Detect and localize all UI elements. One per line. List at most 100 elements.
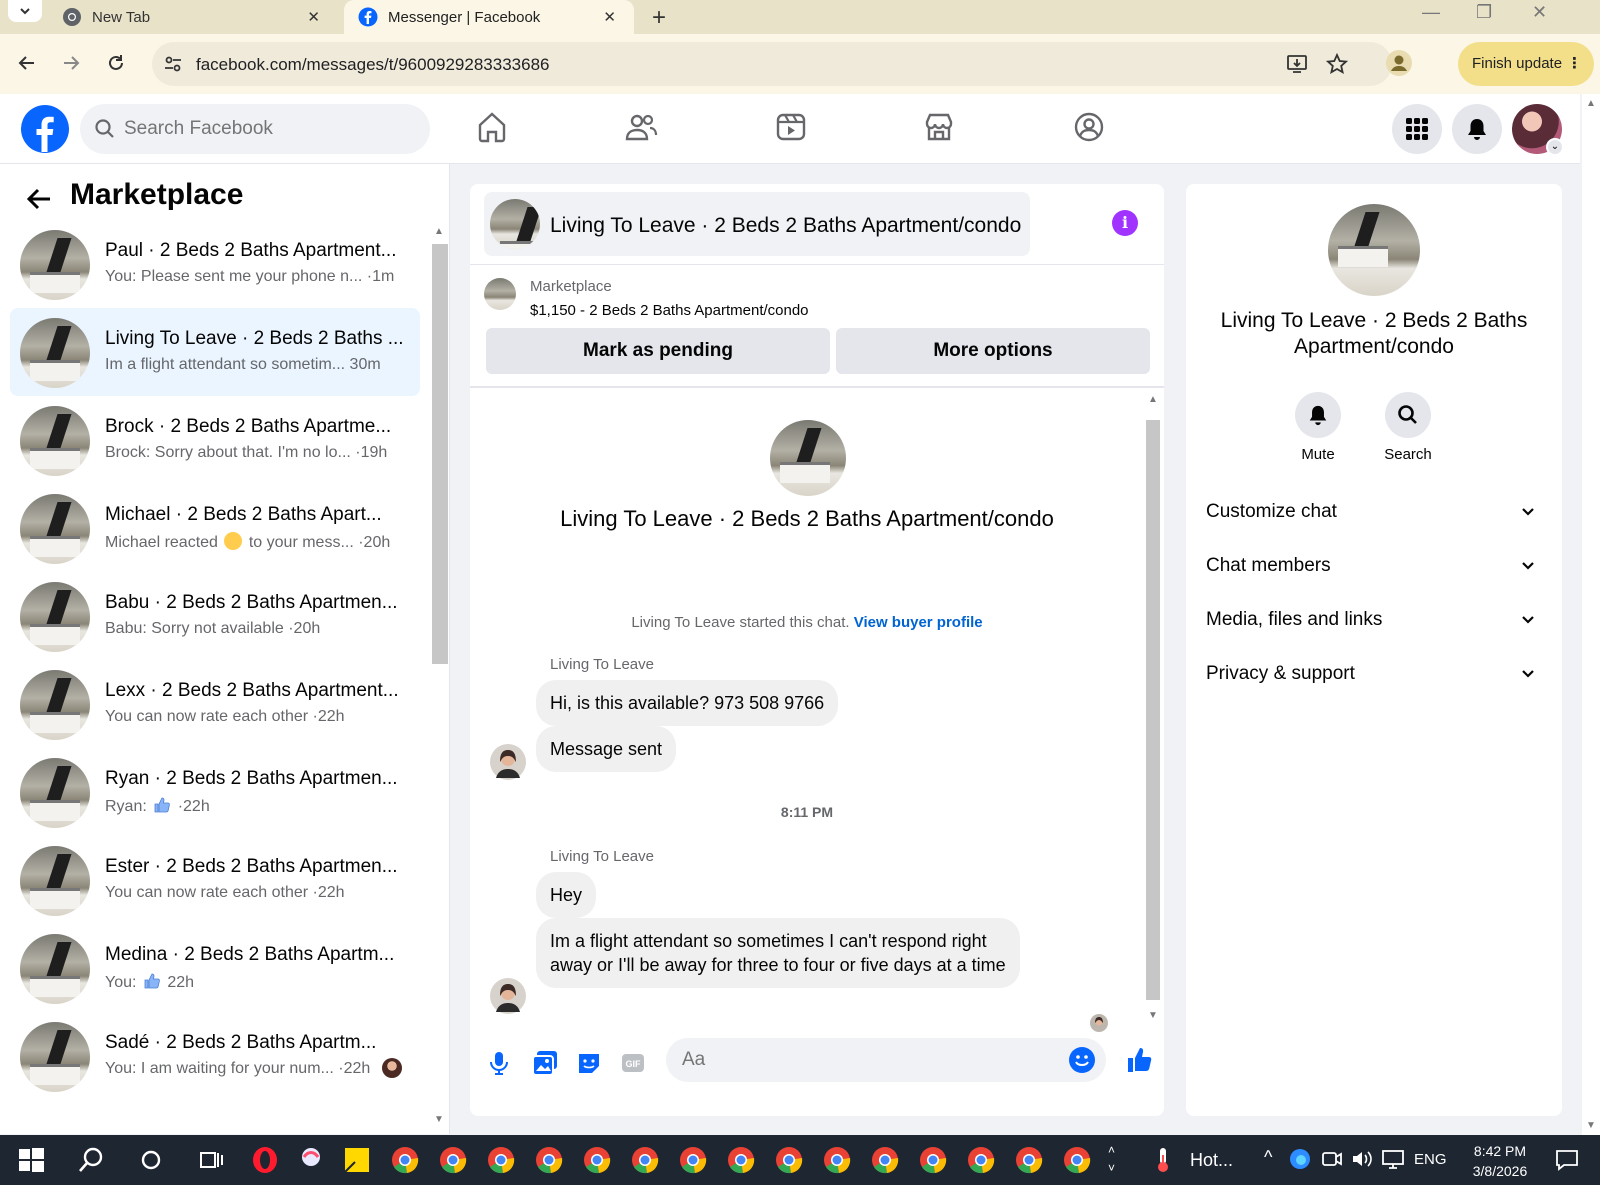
tab-search-button[interactable] bbox=[8, 0, 42, 22]
opera-icon[interactable] bbox=[250, 1145, 280, 1175]
conversation-item[interactable]: Brock · 2 Beds 2 Baths Apartme... Brock:… bbox=[10, 396, 420, 484]
microphone-icon[interactable] bbox=[488, 1050, 510, 1076]
notifications-button[interactable] bbox=[1452, 104, 1502, 154]
tray-chevron-up-icon[interactable]: ^ bbox=[1264, 1147, 1272, 1168]
conversation-item[interactable]: Michael · 2 Beds 2 Baths Apart... Michae… bbox=[10, 484, 420, 572]
back-button[interactable] bbox=[14, 50, 40, 76]
message-text-field[interactable] bbox=[682, 1038, 1042, 1082]
scroll-up-icon[interactable]: ▲ bbox=[434, 226, 444, 237]
tab-new-tab[interactable]: New Tab ✕ bbox=[52, 0, 338, 34]
search-conversation-button[interactable]: Search bbox=[1368, 392, 1448, 463]
chrome-icon[interactable] bbox=[822, 1145, 852, 1175]
mute-button[interactable]: Mute bbox=[1278, 392, 1358, 463]
info-icon[interactable]: i bbox=[1112, 210, 1138, 236]
scroll-down-icon[interactable]: ▼ bbox=[434, 1114, 444, 1125]
taskbar-clock[interactable]: 8:42 PM 3/8/2026 bbox=[1440, 1141, 1560, 1181]
account-avatar[interactable]: ⌄ bbox=[1512, 104, 1564, 156]
privacy-support-section[interactable]: Privacy & support bbox=[1206, 654, 1542, 694]
edge-icon[interactable] bbox=[1288, 1147, 1312, 1171]
chrome-icon[interactable] bbox=[1062, 1145, 1092, 1175]
close-tab-icon[interactable]: ✕ bbox=[603, 8, 616, 26]
conversation-item[interactable]: Sadé · 2 Beds 2 Baths Apartm... You: I a… bbox=[10, 1012, 420, 1100]
messages-scrollbar[interactable] bbox=[1146, 420, 1160, 1000]
scroll-up-icon[interactable]: ▲ bbox=[1586, 98, 1596, 109]
tab-messenger[interactable]: Messenger | Facebook ✕ bbox=[344, 0, 634, 34]
close-tab-icon[interactable]: ✕ bbox=[307, 8, 320, 26]
sticky-notes-icon[interactable] bbox=[342, 1145, 372, 1175]
conversation-item[interactable]: Lexx · 2 Beds 2 Baths Apartment... You c… bbox=[10, 660, 420, 748]
close-window-icon[interactable]: ✕ bbox=[1532, 2, 1547, 23]
chrome-icon[interactable] bbox=[630, 1145, 660, 1175]
chrome-icon[interactable] bbox=[582, 1145, 612, 1175]
menu-button[interactable] bbox=[1392, 104, 1442, 154]
chrome-icon[interactable] bbox=[486, 1145, 516, 1175]
search-icon[interactable] bbox=[76, 1145, 106, 1175]
reload-button[interactable] bbox=[103, 50, 129, 76]
network-icon[interactable] bbox=[1380, 1147, 1406, 1171]
view-buyer-profile-link[interactable]: View buyer profile bbox=[854, 614, 983, 631]
back-arrow-icon[interactable] bbox=[24, 184, 54, 214]
facebook-search[interactable] bbox=[80, 104, 430, 154]
message-bubble[interactable]: Im a flight attendant so sometimes I can… bbox=[536, 918, 1020, 988]
taskbar-overflow-icon[interactable]: ˄ ˅ bbox=[1108, 1141, 1115, 1177]
message-bubble[interactable]: Message sent bbox=[536, 726, 677, 772]
task-view-icon[interactable] bbox=[196, 1145, 226, 1175]
windows-start-icon[interactable] bbox=[16, 1145, 46, 1175]
chrome-icon[interactable] bbox=[390, 1145, 420, 1175]
new-tab-button[interactable]: + bbox=[652, 4, 666, 32]
marketplace-icon[interactable] bbox=[922, 110, 956, 144]
chrome-icon[interactable] bbox=[1014, 1145, 1044, 1175]
emoji-icon[interactable] bbox=[1068, 1046, 1096, 1074]
url-field[interactable]: facebook.com/messages/t/9600929283333686 bbox=[152, 42, 1392, 86]
chrome-icon[interactable] bbox=[678, 1145, 708, 1175]
meet-now-icon[interactable] bbox=[1320, 1147, 1344, 1171]
customize-chat-section[interactable]: Customize chat bbox=[1206, 492, 1542, 532]
chrome-icon[interactable] bbox=[966, 1145, 996, 1175]
gif-icon[interactable]: GIF bbox=[620, 1050, 646, 1076]
conversation-item[interactable]: Ryan · 2 Beds 2 Baths Apartmen... Ryan: … bbox=[10, 748, 420, 836]
notification-center-icon[interactable] bbox=[1554, 1147, 1580, 1173]
chrome-icon[interactable] bbox=[918, 1145, 948, 1175]
volume-icon[interactable] bbox=[1350, 1147, 1374, 1171]
buyer-avatar[interactable] bbox=[490, 744, 526, 780]
profile-icon[interactable] bbox=[1386, 50, 1412, 76]
message-bubble[interactable]: Hey bbox=[536, 872, 597, 918]
app-icon[interactable] bbox=[296, 1145, 326, 1175]
chat-members-section[interactable]: Chat members bbox=[1206, 546, 1542, 586]
restore-icon[interactable]: ❐ bbox=[1476, 2, 1492, 23]
weather-text[interactable]: Hot... bbox=[1190, 1150, 1233, 1171]
gaming-icon[interactable] bbox=[1072, 110, 1106, 144]
sidebar-scrollbar[interactable] bbox=[432, 244, 448, 664]
sticker-icon[interactable] bbox=[576, 1050, 602, 1076]
scroll-down-icon[interactable]: ▼ bbox=[1586, 1120, 1596, 1131]
buyer-avatar[interactable] bbox=[490, 978, 526, 1014]
finish-update-button[interactable]: Finish update ⋮ bbox=[1458, 42, 1594, 86]
more-options-button[interactable]: More options bbox=[836, 328, 1150, 374]
video-icon[interactable] bbox=[774, 110, 808, 144]
search-input[interactable] bbox=[124, 104, 414, 154]
scroll-up-icon[interactable]: ▲ bbox=[1148, 394, 1158, 405]
chrome-icon[interactable] bbox=[726, 1145, 756, 1175]
conversation-item[interactable]: Medina · 2 Beds 2 Baths Apartm... You: 2… bbox=[10, 924, 420, 1012]
chrome-icon[interactable] bbox=[774, 1145, 804, 1175]
conversation-item[interactable]: Ester · 2 Beds 2 Baths Apartmen... You c… bbox=[10, 836, 420, 924]
chrome-icon[interactable] bbox=[534, 1145, 564, 1175]
page-scrollbar[interactable]: ▲ ▼ bbox=[1582, 94, 1600, 1135]
thermometer-icon[interactable] bbox=[1148, 1145, 1178, 1175]
friends-icon[interactable] bbox=[624, 110, 658, 144]
conversation-item-active[interactable]: Living To Leave · 2 Beds 2 Baths ... Im … bbox=[10, 308, 420, 396]
scroll-down-icon[interactable]: ▼ bbox=[1148, 1010, 1158, 1021]
photo-icon[interactable] bbox=[532, 1050, 558, 1076]
forward-button[interactable] bbox=[58, 50, 84, 76]
message-input[interactable] bbox=[666, 1038, 1106, 1082]
thumbs-up-send-icon[interactable] bbox=[1126, 1046, 1154, 1074]
conversation-item[interactable]: Paul · 2 Beds 2 Baths Apartment... You: … bbox=[10, 220, 420, 308]
chat-header[interactable]: Living To Leave · 2 Beds 2 Baths Apartme… bbox=[484, 192, 1030, 256]
chrome-icon[interactable] bbox=[438, 1145, 468, 1175]
chrome-icon[interactable] bbox=[870, 1145, 900, 1175]
facebook-logo-icon[interactable] bbox=[20, 104, 70, 154]
message-bubble[interactable]: Hi, is this available? 973 508 9766 bbox=[536, 680, 839, 726]
conversation-item[interactable]: Babu · 2 Beds 2 Baths Apartmen... Babu: … bbox=[10, 572, 420, 660]
home-icon[interactable] bbox=[475, 110, 509, 144]
cortana-icon[interactable] bbox=[136, 1145, 166, 1175]
